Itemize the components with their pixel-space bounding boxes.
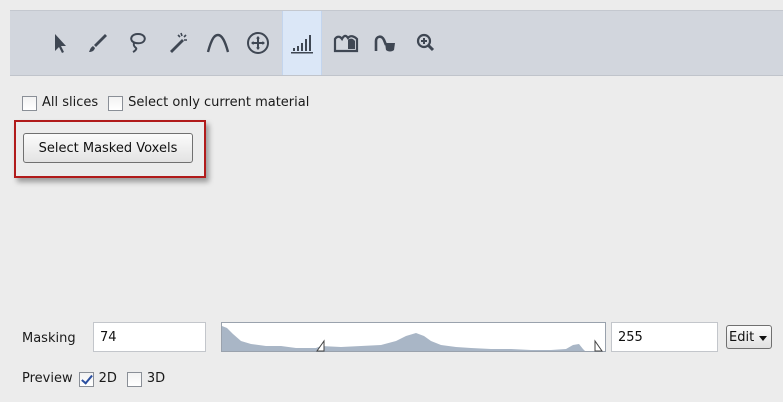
- all-slices-label: All slices: [42, 95, 99, 110]
- select-arrow-tool[interactable]: [40, 11, 80, 75]
- all-slices-checkbox[interactable]: [22, 95, 37, 111]
- current-material-checkbox[interactable]: [108, 95, 124, 111]
- masking-max-input[interactable]: [611, 322, 718, 352]
- pointer-arrow-icon: [55, 34, 66, 53]
- region-grow-tool[interactable]: [326, 11, 366, 75]
- lasso-icon: [130, 32, 146, 53]
- brush-icon: [89, 34, 107, 52]
- selection-options: All slices Select only current material: [22, 94, 319, 112]
- preview-2d-label: 2D: [98, 371, 117, 386]
- brush-tool[interactable]: [78, 11, 118, 75]
- tool-toolbar: [10, 10, 783, 76]
- curve-icon: [206, 33, 230, 53]
- blow-tool[interactable]: [366, 11, 406, 75]
- edit-dropdown-button[interactable]: Edit: [726, 325, 772, 349]
- move-crosshair-icon: [247, 32, 269, 54]
- preview-3d-label: 3D: [146, 371, 166, 386]
- preview-label: Preview: [22, 371, 73, 386]
- preview-3d-checkbox[interactable]: [126, 371, 142, 387]
- blow-tool-icon: [374, 35, 395, 52]
- masking-min-input[interactable]: [93, 322, 206, 352]
- threshold-histogram-icon: [291, 35, 313, 54]
- edit-label: Edit: [729, 329, 755, 345]
- chevron-down-icon: [759, 336, 767, 341]
- move-tool[interactable]: [238, 11, 278, 75]
- lasso-tool[interactable]: [118, 11, 158, 75]
- select-masked-voxels-button[interactable]: Select Masked Voxels: [23, 133, 193, 163]
- zoom-in-icon: [416, 33, 435, 52]
- masking-histogram[interactable]: [221, 322, 606, 352]
- magic-wand-tool[interactable]: [158, 11, 198, 75]
- masking-label: Masking: [22, 331, 76, 346]
- magic-wand-icon: [170, 32, 187, 53]
- current-material-label: Select only current material: [128, 95, 310, 110]
- preview-2d-checkbox[interactable]: [78, 371, 94, 387]
- region-grow-icon: [333, 34, 359, 53]
- curve-tool[interactable]: [198, 11, 238, 75]
- preview-options: Preview 2D 3D: [22, 370, 175, 388]
- zoom-tool[interactable]: [406, 11, 446, 75]
- threshold-tool[interactable]: [282, 11, 322, 75]
